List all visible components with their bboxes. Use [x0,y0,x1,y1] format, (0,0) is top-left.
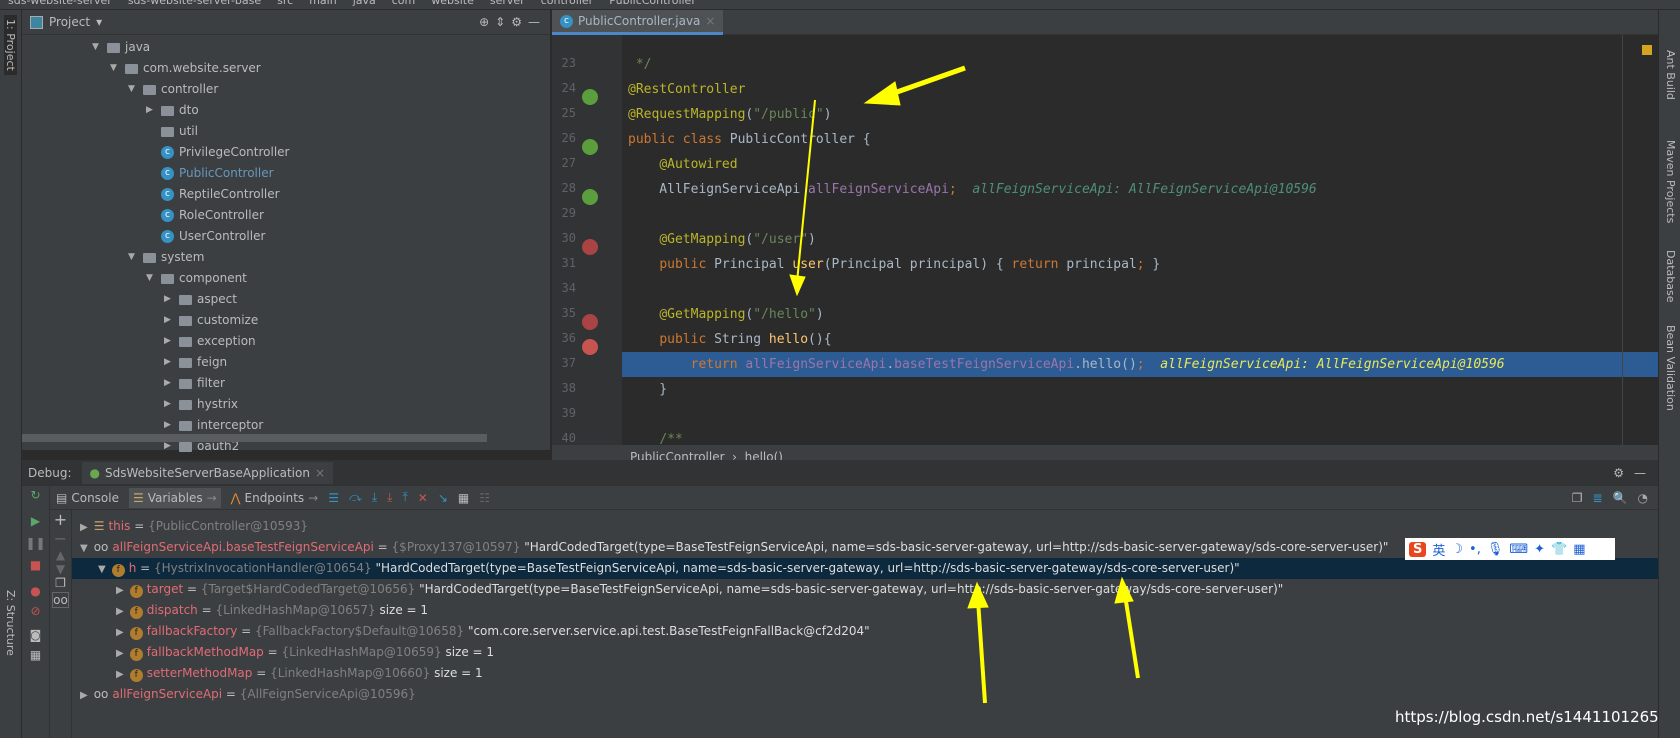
arrow-annotation [1123,594,1140,679]
arrow-head [1114,576,1134,604]
arrow-head [789,274,806,297]
arrow-annotation [796,99,816,283]
annotation-arrows [789,65,1140,704]
arrow-annotation [976,599,987,704]
arrow-head [967,581,989,609]
watermark: https://blog.csdn.net/s1441101265 [1395,708,1659,726]
arrow-head [863,81,901,106]
